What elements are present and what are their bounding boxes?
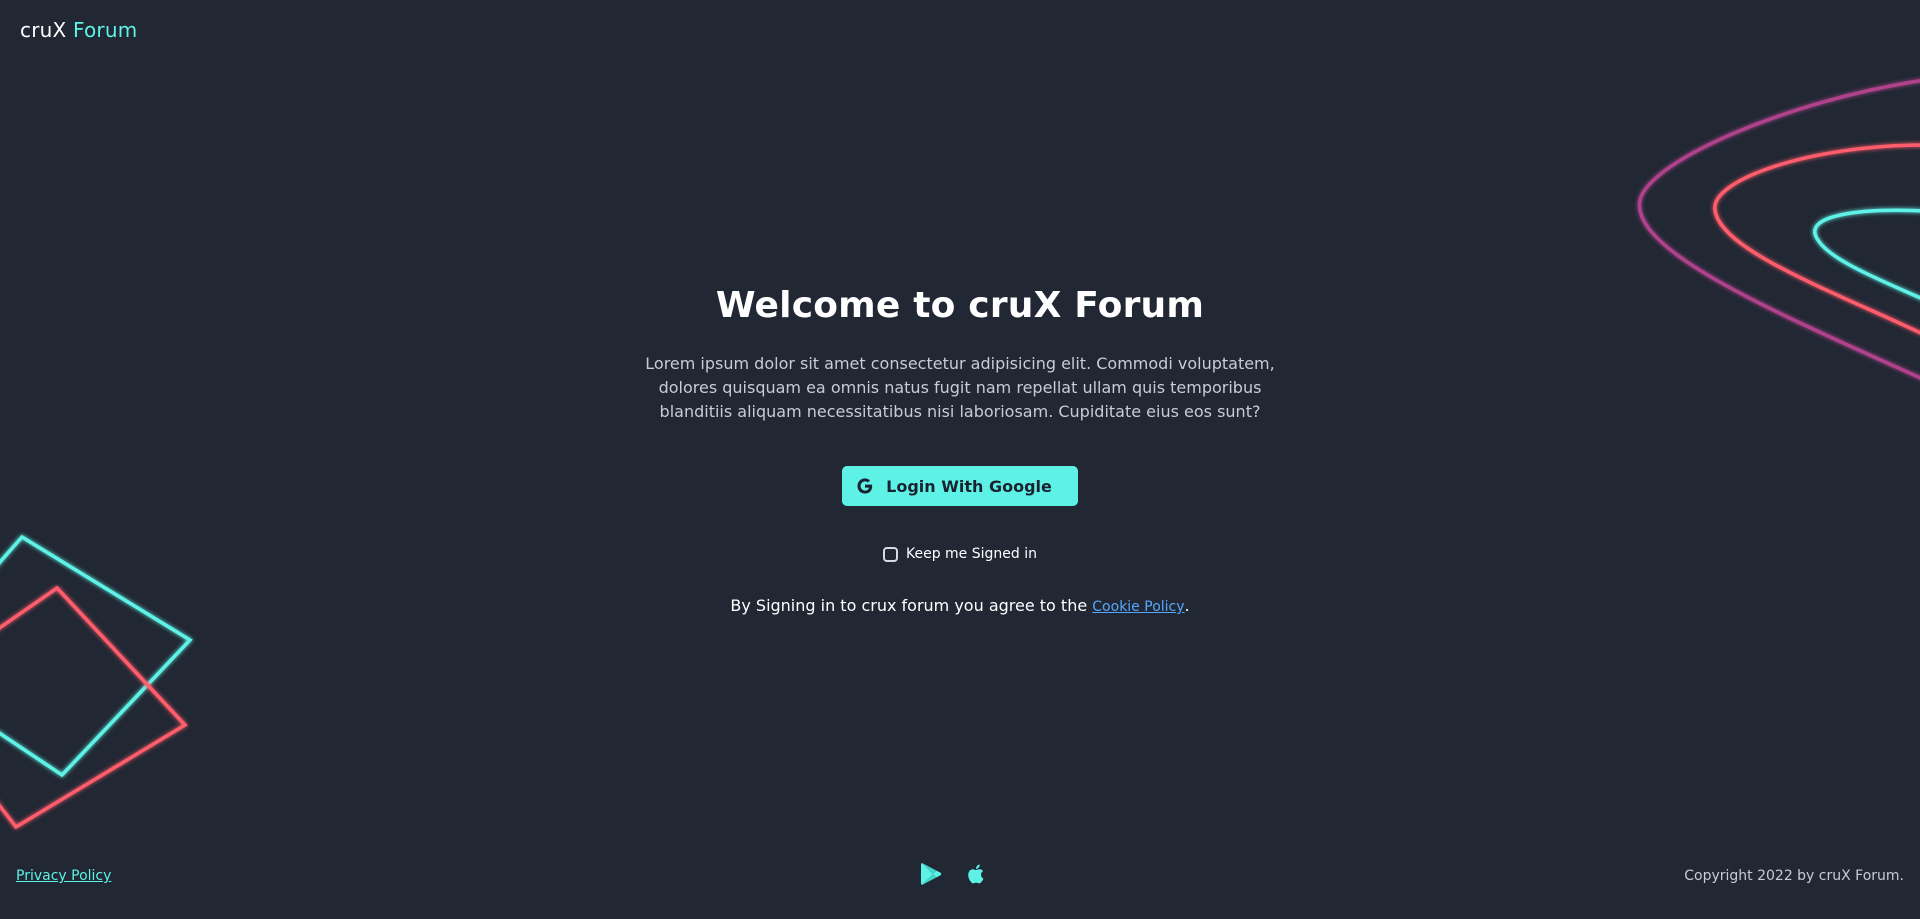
agreement-text: By Signing in to crux forum you agree to… bbox=[730, 596, 1189, 615]
google-icon bbox=[856, 477, 874, 495]
privacy-policy-link[interactable]: Privacy Policy bbox=[16, 868, 111, 884]
google-play-icon[interactable] bbox=[920, 862, 944, 886]
hero-section: Welcome to cruX Forum Lorem ipsum dolor … bbox=[0, 285, 1920, 615]
agreement-suffix: . bbox=[1184, 596, 1190, 615]
login-page: cruX Forum Welcome to cruX Forum Lorem i… bbox=[0, 0, 1920, 919]
hero-description: Lorem ipsum dolor sit amet consectetur a… bbox=[645, 354, 1275, 421]
apple-icon[interactable] bbox=[966, 862, 990, 886]
brand-accent: Forum bbox=[72, 18, 138, 42]
app-store-links bbox=[920, 862, 990, 886]
login-button-label: Login With Google bbox=[886, 476, 1052, 496]
page-title: Welcome to cruX Forum bbox=[715, 285, 1205, 326]
keep-signed-in-label: Keep me Signed in bbox=[906, 546, 1037, 562]
login-with-google-button[interactable]: Login With Google bbox=[842, 466, 1078, 506]
brand-logo[interactable]: cruX Forum bbox=[20, 18, 137, 42]
agreement-prefix: By Signing in to crux forum you agree to… bbox=[730, 596, 1093, 615]
keep-signed-in[interactable]: Keep me Signed in bbox=[883, 546, 1037, 562]
brand-prefix: cruX bbox=[20, 18, 67, 42]
copyright-text: Copyright 2022 by cruX Forum. bbox=[1684, 868, 1904, 884]
keep-signed-in-checkbox[interactable] bbox=[883, 546, 898, 562]
cookie-policy-link[interactable]: Cookie Policy bbox=[1092, 599, 1184, 615]
